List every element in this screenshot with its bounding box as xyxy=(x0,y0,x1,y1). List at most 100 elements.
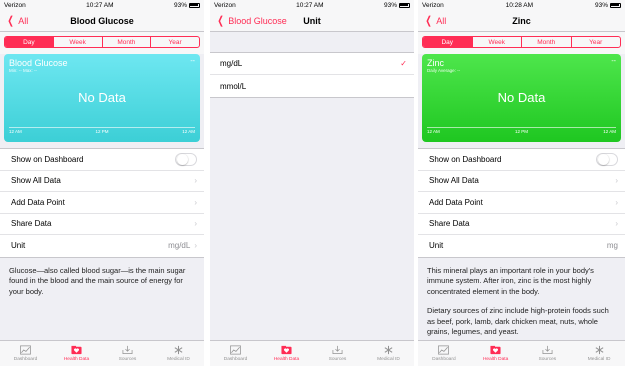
tab-dashboard[interactable]: Dashboard xyxy=(418,341,470,366)
tab-label: Medical ID xyxy=(587,357,611,362)
dashboard-toggle[interactable] xyxy=(175,152,197,166)
chart-icon xyxy=(438,345,450,355)
show-all-data-row[interactable]: Show All Data › xyxy=(418,171,625,192)
dashboard-toggle[interactable] xyxy=(596,152,618,166)
status-bar: Verizon 10:27 AM 93% xyxy=(0,0,204,10)
chevron-right-icon: › xyxy=(194,176,197,186)
back-button[interactable]: ❮ Blood Glucose xyxy=(216,10,287,32)
chart-subtitle: Min: -- Max: -- xyxy=(9,68,37,73)
chevron-right-icon: › xyxy=(194,241,197,251)
show-on-dashboard-row: Show on Dashboard xyxy=(0,149,204,171)
tab-sources[interactable]: Sources xyxy=(312,341,363,366)
segment-week[interactable]: Week xyxy=(471,37,522,47)
row-label: Share Data xyxy=(429,219,470,229)
unit-screen: Verizon 10:27 AM 93% ❮ Blood Glucose Uni… xyxy=(210,0,414,366)
tab-label: Dashboard xyxy=(223,357,248,362)
row-label: Show All Data xyxy=(11,176,61,186)
chart-icon xyxy=(20,345,31,355)
back-label: All xyxy=(18,16,29,26)
tab-bar: Dashboard Health Data Sources Medical ID xyxy=(418,340,625,366)
show-all-data-row[interactable]: Show All Data › xyxy=(0,171,204,192)
clock: 10:28 AM xyxy=(505,1,534,9)
row-label: Show on Dashboard xyxy=(11,154,84,164)
tab-medical-id[interactable]: Medical ID xyxy=(363,341,414,366)
glucose-chart[interactable]: Blood Glucose Min: -- Max: -- -- No Data… xyxy=(4,54,200,142)
axis-label: 12 AM xyxy=(603,129,616,134)
description-text: Glucose—also called blood sugar—is the m… xyxy=(9,265,186,296)
axis-label: 12 PM xyxy=(95,129,109,134)
tab-medical-id[interactable]: Medical ID xyxy=(153,341,204,366)
settings-list: Show on Dashboard Show All Data › Add Da… xyxy=(0,148,204,258)
heart-folder-icon xyxy=(490,345,501,355)
share-data-row[interactable]: Share Data › xyxy=(418,214,625,235)
tab-bar: Dashboard Health Data Sources Medical ID xyxy=(210,340,414,366)
unit-row[interactable]: Unit mg/dL › xyxy=(0,235,204,257)
asterisk-icon xyxy=(595,345,604,355)
tab-sources[interactable]: Sources xyxy=(522,341,574,366)
status-bar: Verizon 10:27 AM 93% xyxy=(210,0,414,10)
chart-axis: 12 AM 12 PM 12 AM xyxy=(427,129,616,134)
segment-day[interactable]: Day xyxy=(5,37,53,47)
download-tray-icon xyxy=(332,345,343,355)
tab-dashboard[interactable]: Dashboard xyxy=(0,341,51,366)
tab-health-data[interactable]: Health Data xyxy=(470,341,522,366)
no-data-label: No Data xyxy=(78,90,126,105)
segment-year[interactable]: Year xyxy=(150,37,199,47)
show-on-dashboard-row: Show on Dashboard xyxy=(418,149,625,171)
clock: 10:27 AM xyxy=(296,1,324,9)
unit-option-mmol-l[interactable]: mmol/L xyxy=(210,75,414,97)
segment-month[interactable]: Month xyxy=(521,37,571,47)
checkmark-icon: ✓ xyxy=(400,59,407,68)
range-segmented-control: Day Week Month Year xyxy=(422,36,621,48)
segment-month[interactable]: Month xyxy=(101,37,151,47)
tab-label: Sources xyxy=(328,357,347,362)
tab-dashboard[interactable]: Dashboard xyxy=(210,341,261,366)
chart-baseline xyxy=(9,126,195,127)
nav-bar: ❮ All Blood Glucose xyxy=(0,10,204,32)
description: This mineral plays an important role in … xyxy=(418,258,625,338)
unit-option-label: mg/dL xyxy=(220,59,243,68)
tab-label: Dashboard xyxy=(432,357,456,362)
tab-sources[interactable]: Sources xyxy=(102,341,153,366)
tab-label: Health Data xyxy=(63,357,90,362)
zinc-chart[interactable]: Zinc Daily Average: -- -- No Data 12 AM … xyxy=(422,54,621,142)
tab-label: Medical ID xyxy=(377,357,400,362)
add-data-point-row[interactable]: Add Data Point › xyxy=(0,192,204,214)
row-label: Show on Dashboard xyxy=(429,154,502,164)
row-label: Share Data xyxy=(11,219,52,229)
back-label: Blood Glucose xyxy=(228,16,287,26)
tab-health-data[interactable]: Health Data xyxy=(261,341,312,366)
zinc-screen: Verizon 10:28 AM 93% ❮ All Zinc Day Week… xyxy=(418,0,625,366)
back-button[interactable]: ❮ All xyxy=(424,10,446,32)
no-data-label: No Data xyxy=(497,90,546,105)
tab-health-data[interactable]: Health Data xyxy=(51,341,102,366)
add-data-point-row[interactable]: Add Data Point › xyxy=(418,192,625,214)
tab-label: Sources xyxy=(118,357,137,362)
share-data-row[interactable]: Share Data › xyxy=(0,214,204,235)
segment-week[interactable]: Week xyxy=(52,37,102,47)
row-label: Unit xyxy=(11,241,26,251)
chevron-right-icon: › xyxy=(615,219,618,229)
chevron-right-icon: › xyxy=(194,219,197,229)
description-text: This mineral plays an important role in … xyxy=(427,265,594,296)
chart-baseline xyxy=(427,126,616,127)
chevron-right-icon: › xyxy=(615,197,618,207)
tab-label: Sources xyxy=(538,357,557,362)
carrier-label: Verizon xyxy=(4,1,26,9)
heart-folder-icon xyxy=(281,345,292,355)
unit-option-mg-dl[interactable]: mg/dL ✓ xyxy=(210,53,414,75)
chart-icon xyxy=(230,345,241,355)
tab-medical-id[interactable]: Medical ID xyxy=(573,341,625,366)
segment-day[interactable]: Day xyxy=(423,37,472,47)
segment-year[interactable]: Year xyxy=(570,37,621,47)
chart-value: -- xyxy=(611,58,616,65)
axis-label: 12 PM xyxy=(514,129,528,134)
battery-icon xyxy=(188,2,200,8)
unit-value: mg/dL xyxy=(168,241,191,251)
nav-bar: ❮ Blood Glucose Unit xyxy=(210,10,414,32)
clock: 10:27 AM xyxy=(86,1,114,9)
back-button[interactable]: ❮ All xyxy=(6,10,28,32)
chart-title: Blood Glucose xyxy=(9,58,68,68)
blood-glucose-screen: Verizon 10:27 AM 93% ❮ All Blood Glucose… xyxy=(0,0,204,366)
heart-folder-icon xyxy=(71,345,82,355)
